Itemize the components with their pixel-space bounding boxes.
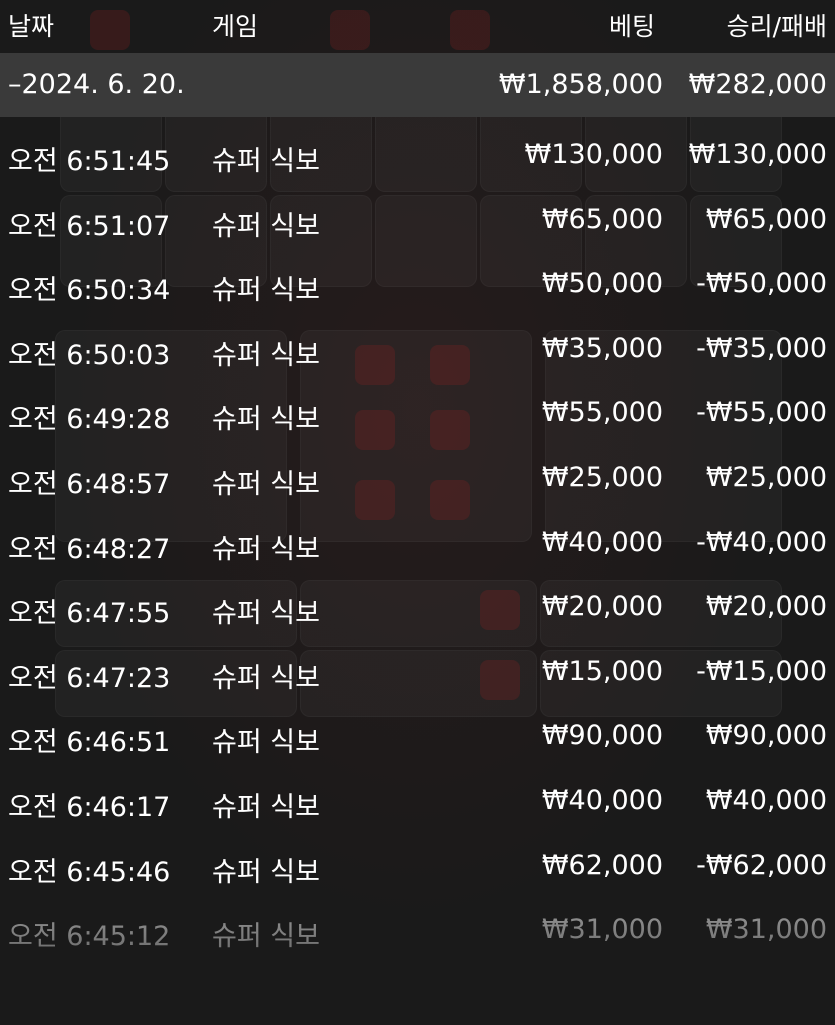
row-game: 슈퍼 식보 xyxy=(212,856,320,888)
row-result: ₩25,000 xyxy=(705,461,827,493)
row-game: 슈퍼 식보 xyxy=(212,210,320,242)
table-row[interactable]: 오전 6:45:12 슈퍼 식보 ₩31,000 ₩31,000 xyxy=(0,898,835,963)
row-bet: ₩50,000 xyxy=(541,268,663,300)
row-bet: ₩40,000 xyxy=(541,784,663,816)
row-result: -₩55,000 xyxy=(696,397,827,429)
row-bet: ₩31,000 xyxy=(541,914,663,946)
row-result: ₩40,000 xyxy=(705,784,827,816)
row-bet: ₩15,000 xyxy=(541,655,663,687)
row-game: 슈퍼 식보 xyxy=(212,727,320,759)
row-game: 슈퍼 식보 xyxy=(212,662,320,694)
row-time: 오전 6:51:07 xyxy=(8,210,171,242)
header-result[interactable]: 승리/패배 xyxy=(727,7,827,43)
header-date[interactable]: 날짜 xyxy=(8,7,54,43)
table-row[interactable]: 오전 6:50:03 슈퍼 식보 ₩35,000 -₩35,000 xyxy=(0,317,835,382)
table-row[interactable]: 오전 6:45:46 슈퍼 식보 ₩62,000 -₩62,000 xyxy=(0,834,835,899)
row-game: 슈퍼 식보 xyxy=(212,598,320,630)
bet-history-list: 오전 6:51:45 슈퍼 식보 ₩130,000 ₩130,000 오전 6:… xyxy=(0,123,835,963)
row-time: 오전 6:49:28 xyxy=(8,404,171,436)
table-row[interactable]: 오전 6:47:23 슈퍼 식보 ₩15,000 -₩15,000 xyxy=(0,640,835,705)
table-row[interactable]: 오전 6:51:45 슈퍼 식보 ₩130,000 ₩130,000 xyxy=(0,123,835,188)
row-bet: ₩65,000 xyxy=(541,203,663,235)
row-result: -₩62,000 xyxy=(696,849,827,881)
row-game: 슈퍼 식보 xyxy=(212,468,320,500)
row-bet: ₩25,000 xyxy=(541,461,663,493)
row-time: 오전 6:47:55 xyxy=(8,598,171,630)
row-time: 오전 6:50:34 xyxy=(8,275,171,307)
row-result: ₩130,000 xyxy=(688,139,827,170)
row-time: 오전 6:46:17 xyxy=(8,791,171,823)
row-time: 오전 6:48:57 xyxy=(8,468,171,500)
table-row[interactable]: 오전 6:48:57 슈퍼 식보 ₩25,000 ₩25,000 xyxy=(0,446,835,511)
header-game[interactable]: 게임 xyxy=(212,7,258,43)
row-time: 오전 6:48:27 xyxy=(8,533,171,565)
row-game: 슈퍼 식보 xyxy=(212,921,320,953)
bet-history-screen: 날짜 게임 베팅 승리/패배 –2024. 6. 20. ₩1,858,000 … xyxy=(0,0,835,1025)
row-game: 슈퍼 식보 xyxy=(212,791,320,823)
row-game: 슈퍼 식보 xyxy=(212,275,320,307)
row-bet: ₩90,000 xyxy=(541,720,663,752)
row-result: -₩50,000 xyxy=(696,268,827,300)
row-result: -₩40,000 xyxy=(696,526,827,558)
row-bet: ₩20,000 xyxy=(541,591,663,623)
row-time: 오전 6:45:46 xyxy=(8,856,171,888)
row-time: 오전 6:51:45 xyxy=(8,146,171,177)
row-game: 슈퍼 식보 xyxy=(212,533,320,565)
table-row[interactable]: 오전 6:47:55 슈퍼 식보 ₩20,000 ₩20,000 xyxy=(0,575,835,640)
summary-total-bet: ₩1,858,000 xyxy=(498,69,663,100)
table-row[interactable]: 오전 6:46:17 슈퍼 식보 ₩40,000 ₩40,000 xyxy=(0,769,835,834)
row-bet: ₩62,000 xyxy=(541,849,663,881)
row-time: 오전 6:45:12 xyxy=(8,921,171,953)
row-result: -₩15,000 xyxy=(696,655,827,687)
table-row[interactable]: 오전 6:49:28 슈퍼 식보 ₩55,000 -₩55,000 xyxy=(0,381,835,446)
row-result: ₩31,000 xyxy=(705,914,827,946)
row-bet: ₩130,000 xyxy=(524,139,663,170)
row-result: ₩20,000 xyxy=(705,591,827,623)
header-bet[interactable]: 베팅 xyxy=(609,7,655,43)
row-bet: ₩40,000 xyxy=(541,526,663,558)
row-result: ₩65,000 xyxy=(705,203,827,235)
row-result: ₩90,000 xyxy=(705,720,827,752)
table-row[interactable]: 오전 6:50:34 슈퍼 식보 ₩50,000 -₩50,000 xyxy=(0,252,835,317)
table-header: 날짜 게임 베팅 승리/패배 xyxy=(0,0,835,52)
date-summary-row[interactable]: –2024. 6. 20. ₩1,858,000 ₩282,000 xyxy=(0,53,835,117)
summary-date: –2024. 6. 20. xyxy=(8,69,185,100)
row-time: 오전 6:46:51 xyxy=(8,727,171,759)
row-game: 슈퍼 식보 xyxy=(212,404,320,436)
summary-total-result: ₩282,000 xyxy=(688,69,827,100)
row-bet: ₩35,000 xyxy=(541,332,663,364)
row-game: 슈퍼 식보 xyxy=(212,339,320,371)
row-time: 오전 6:50:03 xyxy=(8,339,171,371)
table-row[interactable]: 오전 6:48:27 슈퍼 식보 ₩40,000 -₩40,000 xyxy=(0,511,835,576)
row-result: -₩35,000 xyxy=(696,332,827,364)
table-row[interactable]: 오전 6:46:51 슈퍼 식보 ₩90,000 ₩90,000 xyxy=(0,704,835,769)
table-row[interactable]: 오전 6:51:07 슈퍼 식보 ₩65,000 ₩65,000 xyxy=(0,188,835,253)
row-game: 슈퍼 식보 xyxy=(212,146,320,177)
row-time: 오전 6:47:23 xyxy=(8,662,171,694)
row-bet: ₩55,000 xyxy=(541,397,663,429)
